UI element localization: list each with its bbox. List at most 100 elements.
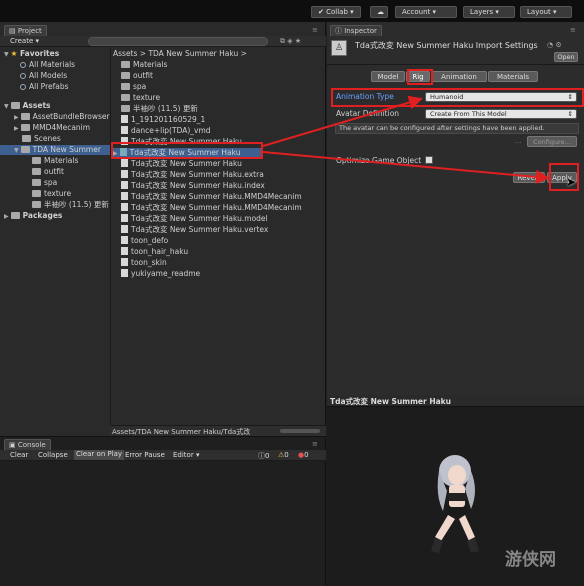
model-thumbnail-icon: ♙ (331, 40, 347, 56)
collab-button[interactable]: ✔ Collab ▾ (311, 6, 361, 18)
settings-icons[interactable]: ◔ ⚙ (547, 41, 562, 49)
clear-on-play-toggle[interactable]: Clear on Play (74, 450, 125, 460)
annotation-apply (549, 163, 579, 191)
file-item[interactable]: toon_hair_haku (121, 247, 188, 257)
panel-menu-icon[interactable]: ≡ (570, 26, 576, 34)
tree-item-tda-new-summer[interactable]: ▼ TDA New Summer (0, 145, 110, 155)
file-icon (121, 258, 128, 266)
file-icon (121, 269, 128, 277)
tree-item-update[interactable]: 半袖吵 (11.5) 更新 (32, 200, 109, 210)
create-dropdown[interactable]: Create ▾ (10, 37, 39, 45)
avatar-definition-label: Avatar Definition (336, 109, 400, 118)
error-count[interactable]: ●0 (298, 451, 309, 459)
info-icon: ⓘ (335, 27, 345, 35)
layout-dropdown[interactable]: Layout ▾ (520, 6, 572, 18)
updown-icon: ⇕ (567, 110, 573, 118)
preview-panel: Tda式改変 New Summer Haku 游侠网 (327, 395, 584, 586)
panel-menu-icon[interactable]: ≡ (312, 26, 318, 34)
filter-icons[interactable]: ⧉ ◈ ★ (280, 37, 301, 46)
panel-menu-icon[interactable]: ≡ (312, 440, 318, 448)
project-panel: ▤ Project ≡ Create ▾ ⧉ ◈ ★ ▼ ★ Favorites … (0, 22, 326, 436)
folder-icon (32, 157, 41, 164)
optimize-label: Optimize Game Object (336, 156, 422, 165)
tab-inspector[interactable]: ⓘ Inspector (330, 25, 382, 36)
file-item[interactable]: Tda式改変 New Summer Haku.MMD4Mecanim (121, 192, 302, 202)
file-icon (121, 192, 128, 200)
file-item[interactable]: Materials (121, 60, 167, 70)
configure-button[interactable]: Configure... (527, 136, 577, 147)
file-item[interactable]: Tda式改変 New Summer Haku.index (121, 181, 265, 191)
tab-animation[interactable]: Animation (431, 71, 487, 82)
favorite-all-materials[interactable]: All Materials (20, 60, 75, 70)
folder-icon (20, 113, 30, 120)
revert-button[interactable]: Revert (513, 172, 545, 183)
file-item[interactable]: toon_defo (121, 236, 168, 246)
tab-model[interactable]: Model (371, 71, 405, 82)
tree-item-scenes[interactable]: Scenes (22, 134, 61, 144)
file-item[interactable]: yukiyame_readme (121, 269, 200, 279)
open-button[interactable]: Open (554, 52, 578, 62)
favorite-all-models[interactable]: All Models (20, 71, 67, 81)
tree-item-materials[interactable]: Materials (32, 156, 78, 166)
tab-console[interactable]: ▣ Console (4, 439, 51, 450)
tree-item-spa[interactable]: spa (32, 178, 57, 188)
folder-icon (32, 168, 41, 175)
file-item[interactable]: texture (121, 93, 160, 103)
search-icon (20, 62, 26, 68)
console-toolbar: Clear Collapse Clear on Play Error Pause… (0, 450, 326, 461)
annotation-rig-tab (407, 69, 433, 85)
log-count[interactable]: ⓘ0 (258, 451, 269, 461)
tab-project[interactable]: ▤ Project (4, 25, 47, 36)
file-icon (121, 159, 128, 167)
favorites-header[interactable]: ▼ ★ Favorites (4, 49, 59, 59)
folder-icon (10, 102, 20, 109)
console-panel: ▣ Console ≡ Clear Collapse Clear on Play… (0, 436, 326, 586)
file-icon (121, 115, 128, 123)
breadcrumb[interactable]: Assets > TDA New Summer Haku > (113, 49, 247, 58)
collapse-button[interactable]: Collapse (38, 451, 68, 459)
file-item[interactable]: spa (121, 82, 146, 92)
console-icon: ▣ (9, 441, 18, 449)
file-item[interactable]: Tda式改変 New Summer Haku.extra (121, 170, 264, 180)
editor-dropdown[interactable]: Editor ▾ (173, 451, 199, 459)
file-item[interactable]: Tda式改変 New Summer Haku.model (121, 214, 268, 224)
file-list: Assets > TDA New Summer Haku > Materials… (110, 48, 326, 424)
file-item[interactable]: dance+lip(TDA)_vmd (121, 126, 211, 136)
cloud-icon[interactable]: ☁ (370, 6, 388, 18)
file-item[interactable]: Tda式改変 New Summer Haku.vertex (121, 225, 268, 235)
file-item[interactable]: Tda式改変 New Summer Haku.MMD4Mecanim (121, 203, 302, 213)
optimize-checkbox[interactable] (425, 156, 433, 164)
file-item[interactable]: Tda式改変 New Summer Haku (121, 159, 242, 169)
tree-item-assetbundlebrowser[interactable]: ▶ AssetBundleBrowser (14, 112, 110, 122)
file-item[interactable]: 半袖吵 (11.5) 更新 (121, 104, 198, 114)
folder-icon (32, 179, 41, 186)
file-icon (121, 247, 128, 255)
assets-header[interactable]: ▼ Assets (4, 101, 51, 111)
favorite-all-prefabs[interactable]: All Prefabs (20, 82, 69, 92)
search-input[interactable] (88, 37, 268, 46)
layers-dropdown[interactable]: Layers ▾ (463, 6, 515, 18)
annotation-model-file (111, 142, 263, 159)
account-dropdown[interactable]: Account ▾ (395, 6, 457, 18)
info-icon: ⓘ (258, 452, 265, 460)
packages-header[interactable]: ▶ Packages (4, 211, 62, 221)
error-pause-toggle[interactable]: Error Pause (125, 451, 165, 459)
file-item[interactable]: outfit (121, 71, 153, 81)
avatar-definition-dropdown[interactable]: Create From This Model ⇕ (425, 109, 577, 119)
tree-item-outfit[interactable]: outfit (32, 167, 64, 177)
warning-count[interactable]: ⚠0 (278, 451, 289, 459)
file-icon (121, 236, 128, 244)
clear-button[interactable]: Clear (10, 451, 28, 459)
watermark-logo: 游侠网 (505, 550, 556, 570)
file-item[interactable]: toon_skin (121, 258, 167, 268)
star-icon: ★ (10, 49, 18, 58)
top-toolbar: ✔ Collab ▾ ☁ Account ▾ Layers ▾ Layout ▾ (0, 0, 584, 22)
tree-item-mmd4mecanim[interactable]: ▶ MMD4Mecanim (14, 123, 90, 133)
preview-header: Tda式改変 New Summer Haku (327, 395, 584, 407)
file-item[interactable]: 1_191201160529_1 (121, 115, 205, 125)
folder-icon (22, 135, 31, 142)
zoom-slider[interactable] (280, 429, 320, 433)
annotation-animation-type (331, 88, 584, 107)
tree-item-texture[interactable]: texture (32, 189, 71, 199)
tab-materials[interactable]: Materials (488, 71, 538, 82)
